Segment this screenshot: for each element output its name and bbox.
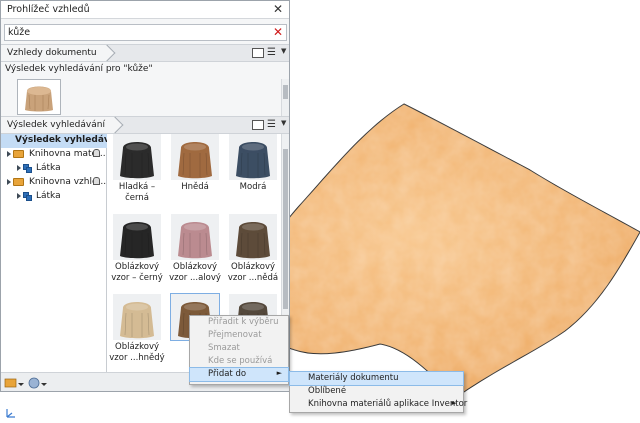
menu-item-add-to[interactable]: Přidat do ► [189, 367, 289, 382]
library-folder-icon[interactable] [4, 378, 24, 388]
menu-item-where-used[interactable]: Kde se používá [190, 355, 288, 368]
lock-icon [93, 177, 100, 185]
document-appearance-thumbnail[interactable] [17, 79, 61, 115]
menu-item-assign[interactable]: Přiřadit k výběru [190, 316, 288, 329]
library-bar: Výsledek vyhledávání ☰ ▼ [1, 116, 289, 134]
panel-view-icon[interactable] [252, 48, 264, 58]
search-field[interactable]: kůže ✕ [4, 24, 287, 41]
document-breadcrumb[interactable]: Vzhledy dokumentu [1, 45, 108, 61]
submenu-item-document-materials[interactable]: Materiály dokumentu [289, 371, 464, 386]
appearance-label: Oblázkový vzor – černý [111, 262, 163, 283]
expand-arrow-icon[interactable] [7, 179, 11, 185]
category-icon [23, 192, 33, 201]
menu-item-delete[interactable]: Smazat [190, 342, 288, 355]
appearance-label: Oblázkový vzor ...hnědý [109, 342, 165, 363]
appearance-tile[interactable]: Oblázkový vzor ...hnědý [109, 294, 165, 374]
submenu-item-favorites[interactable]: Oblíbené [290, 385, 463, 398]
appearance-tile[interactable]: Hladká – černá [109, 134, 165, 214]
appearance-swatch [113, 134, 161, 180]
submenu-arrow-icon: ► [451, 399, 457, 407]
appearance-editor-icon[interactable] [28, 377, 47, 389]
appearance-swatch [113, 214, 161, 260]
panel-view-icon[interactable] [252, 120, 264, 130]
window-title: Prohlížeč vzhledů [7, 4, 90, 15]
tree-item-library-1[interactable]: Knihovna mate... [1, 148, 107, 162]
appearance-tile[interactable]: Modrá [225, 134, 281, 214]
category-icon [23, 164, 33, 173]
list-view-icon[interactable]: ☰ [267, 47, 276, 58]
expand-arrow-icon[interactable] [17, 165, 21, 171]
expand-arrow-icon[interactable] [17, 193, 21, 199]
context-menu: Přiřadit k výběru Přejmenovat Smazat Kde… [189, 315, 289, 385]
appearance-label: Modrá [239, 182, 267, 192]
appearance-label: Hnědá [181, 182, 209, 192]
appearance-tile[interactable]: Hnědá [167, 134, 223, 214]
folder-icon [13, 150, 24, 158]
dropdown-arrow-icon[interactable]: ▼ [281, 47, 286, 55]
tree-item-search-result[interactable]: Výsledek vyhledávání [1, 134, 125, 148]
viewcube-icon[interactable] [4, 405, 18, 419]
appearance-swatch [171, 134, 219, 180]
library-breadcrumb[interactable]: Výsledek vyhledávání [1, 117, 116, 133]
list-view-icon[interactable]: ☰ [267, 119, 276, 130]
appearance-label: Hladká – černá [118, 182, 156, 203]
clear-search-icon[interactable]: ✕ [273, 25, 283, 39]
tree-item-library-2[interactable]: Knihovna vzhle... [1, 176, 107, 190]
dropdown-arrow-icon[interactable]: ▼ [281, 119, 286, 127]
appearance-swatch [229, 134, 277, 180]
library-tree: Výsledek vyhledávání Knihovna mate... Lá… [1, 134, 125, 372]
lock-icon [93, 149, 100, 157]
appearance-swatch [229, 214, 277, 260]
submenu-item-inventor-library[interactable]: Knihovna materiálů aplikace Inventor ► [290, 398, 467, 411]
document-appearances-bar: Vzhledy dokumentu ☰ ▼ [1, 44, 289, 62]
appearance-swatch [113, 294, 161, 340]
search-result-label: Výsledek vyhledávání pro "kůže" [5, 64, 153, 74]
close-icon[interactable]: ✕ [273, 2, 283, 16]
appearance-swatch [171, 214, 219, 260]
add-to-submenu: Materiály dokumentu Oblíbené Knihovna ma… [289, 371, 467, 413]
appearance-label: Oblázkový vzor ...alový [169, 262, 221, 283]
search-input[interactable]: kůže [8, 27, 30, 38]
submenu-arrow-icon: ► [276, 369, 282, 377]
document-scrollbar[interactable] [281, 79, 289, 119]
menu-item-rename[interactable]: Přejmenovat [190, 329, 288, 342]
title-bar: Prohlížeč vzhledů ✕ [1, 1, 289, 19]
appearance-label: Oblázkový vzor ...nědá [227, 262, 279, 283]
appearance-tile[interactable]: Oblázkový vzor – černý [109, 214, 165, 294]
folder-icon [13, 178, 24, 186]
appearance-tile[interactable]: Oblázkový vzor ...alový [167, 214, 223, 294]
expand-arrow-icon[interactable] [7, 151, 11, 157]
appearance-tile[interactable]: Oblázkový vzor ...nědá [225, 214, 281, 294]
